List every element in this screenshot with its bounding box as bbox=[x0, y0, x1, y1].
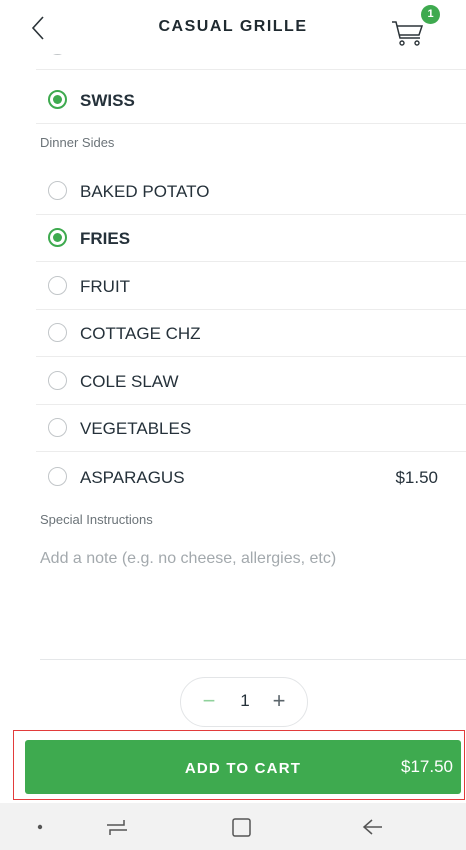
home-icon[interactable] bbox=[230, 815, 254, 839]
increment-button[interactable]: + bbox=[267, 688, 291, 716]
option-fries[interactable]: FRIES bbox=[36, 216, 466, 262]
dot-icon bbox=[37, 824, 43, 830]
back-nav-icon[interactable] bbox=[360, 815, 386, 839]
option-label: FRIES bbox=[80, 229, 131, 248]
decrement-button[interactable]: − bbox=[197, 688, 221, 716]
recent-apps-icon[interactable] bbox=[104, 815, 130, 839]
quantity-stepper: − 1 + bbox=[180, 677, 308, 727]
radio-unselected-icon bbox=[48, 276, 67, 295]
option-baked-potato[interactable]: BAKED POTATO bbox=[36, 169, 466, 215]
radio-unselected-icon bbox=[48, 323, 67, 342]
radio-selected-icon bbox=[48, 228, 67, 247]
option-cole-slaw[interactable]: COLE SLAW bbox=[36, 359, 466, 405]
cart-count-badge: 1 bbox=[421, 5, 440, 24]
system-nav-bar bbox=[0, 803, 466, 850]
radio-selected-icon bbox=[48, 90, 67, 109]
option-label: ASPARAGUS bbox=[80, 468, 185, 487]
option-price: $1.50 bbox=[395, 468, 438, 487]
option-label: COTTAGE CHZ bbox=[80, 324, 201, 343]
add-to-cart-label: ADD TO CART bbox=[184, 760, 302, 777]
total-price: $17.50 bbox=[401, 757, 453, 776]
special-instructions-label: Special Instructions bbox=[40, 512, 153, 527]
option-label: SWISS bbox=[80, 91, 135, 110]
option-label: COLE SLAW bbox=[80, 372, 179, 391]
top-bar: CASUAL GRILLE 1 bbox=[0, 0, 466, 54]
option-fruit[interactable]: FRUIT bbox=[36, 264, 466, 310]
option-asparagus[interactable]: ASPARAGUS $1.50 bbox=[36, 455, 466, 501]
option-swiss[interactable]: SWISS bbox=[36, 78, 466, 124]
add-to-cart-button[interactable]: ADD TO CART $17.50 bbox=[25, 740, 461, 794]
special-instructions-input[interactable]: Add a note (e.g. no cheese, allergies, e… bbox=[40, 550, 440, 650]
option-label: BAKED POTATO bbox=[80, 182, 210, 201]
divider bbox=[40, 659, 466, 660]
option-vegetables[interactable]: VEGETABLES bbox=[36, 406, 466, 452]
radio-unselected-icon bbox=[48, 467, 67, 486]
option-label: FRUIT bbox=[80, 277, 131, 296]
radio-unselected-icon bbox=[48, 181, 67, 200]
radio-unselected-icon bbox=[48, 371, 67, 390]
option-cottage-chz[interactable]: COTTAGE CHZ bbox=[36, 311, 466, 357]
dinner-sides-label: Dinner Sides bbox=[40, 135, 115, 150]
quantity-value: 1 bbox=[240, 691, 250, 710]
radio-unselected-icon bbox=[48, 418, 67, 437]
option-label: VEGETABLES bbox=[80, 419, 192, 438]
